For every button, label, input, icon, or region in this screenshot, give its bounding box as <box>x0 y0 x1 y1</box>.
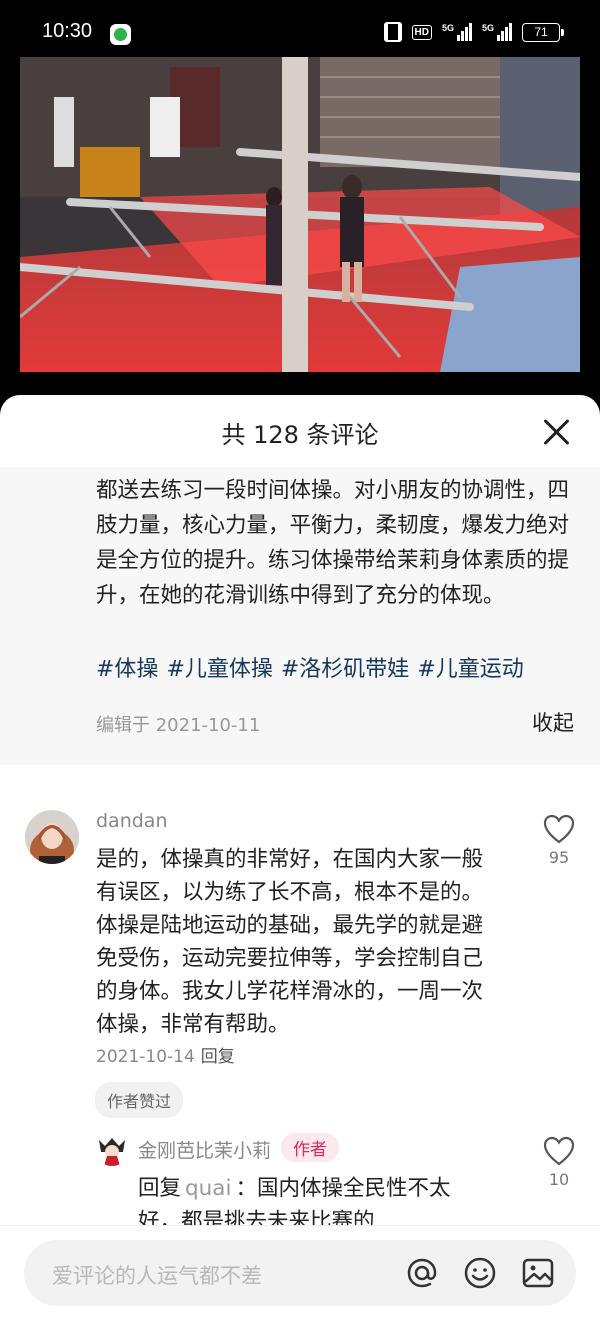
comment-date: 2021-10-14 <box>96 1047 195 1067</box>
avatar[interactable] <box>25 810 79 864</box>
like-button[interactable]: 95 <box>534 814 584 867</box>
input-icons <box>404 1255 556 1291</box>
image-icon[interactable] <box>520 1255 556 1291</box>
edit-date: 编辑于 2021-10-11 <box>96 715 261 736</box>
emoji-icon[interactable] <box>462 1255 498 1291</box>
like-count: 10 <box>548 1170 570 1189</box>
reply-avatar[interactable] <box>95 1132 129 1166</box>
gymnastics-video-frame <box>20 57 580 372</box>
reply-to-user[interactable]: quai <box>185 1176 231 1201</box>
vibrate-icon <box>383 22 402 42</box>
collapse-button[interactable]: 收起 <box>532 707 574 737</box>
tag[interactable]: #儿童体操 <box>166 651 272 683</box>
author-liked-badge: 作者赞过 <box>95 1082 184 1118</box>
hd-badge: HD <box>411 24 432 40</box>
heart-icon <box>543 814 575 844</box>
reply-username[interactable]: 金刚芭比茉小莉 <box>138 1140 271 1162</box>
signal-icon: 5G <box>442 23 472 41</box>
at-icon[interactable] <box>404 1255 440 1291</box>
comment-username[interactable]: dandan <box>96 810 168 832</box>
comment-item: dandan 是的，体操真的非常好，在国内大家一般有误区，以为练了长不高，根本不… <box>0 800 600 1234</box>
heart-icon <box>543 1136 575 1166</box>
close-icon[interactable] <box>542 417 572 447</box>
tag[interactable]: #洛杉矶带娃 <box>281 651 409 683</box>
status-indicators: HD 5G 5G 71 <box>383 22 564 42</box>
reply-prefix: 回复 <box>138 1176 182 1201</box>
comment-input[interactable]: 爱评论的人运气都不差 <box>24 1240 576 1306</box>
comment-count-title: 共 128 条评论 <box>221 421 379 449</box>
comment-sheet: 共 128 条评论 都送去练习一段时间体操。对小朋友的协调性，四肢力量，核心力量… <box>0 395 600 1319</box>
video-player[interactable] <box>20 57 580 372</box>
post-description: 都送去练习一段时间体操。对小朋友的协调性，四肢力量，核心力量，平衡力，柔韧度，爆… <box>0 467 600 765</box>
wechat-icon <box>110 24 131 45</box>
status-time: 10:30 <box>42 20 93 42</box>
description-text: 都送去练习一段时间体操。对小朋友的协调性，四肢力量，核心力量，平衡力，柔韧度，爆… <box>96 478 570 608</box>
reply-username-row: 金刚芭比茉小莉 作者 <box>138 1133 340 1163</box>
tag-list: #体操 #儿童体操 #洛杉矶带娃 #儿童运动 <box>96 651 524 683</box>
author-badge: 作者 <box>281 1133 340 1162</box>
comment-meta: 2021-10-14 回复 <box>96 1042 235 1067</box>
comment-text: 是的，体操真的非常好，在国内大家一般有误区，以为练了长不高，根本不是的。体操是陆… <box>96 847 484 1037</box>
tag[interactable]: #体操 <box>96 651 158 683</box>
sheet-header: 共 128 条评论 <box>0 395 600 467</box>
tag[interactable]: #儿童运动 <box>417 651 523 683</box>
comment-input-bar: 爱评论的人运气都不差 <box>0 1225 600 1319</box>
like-count: 95 <box>548 848 570 867</box>
input-placeholder: 爱评论的人运气都不差 <box>52 1264 262 1288</box>
reply-button[interactable]: 回复 <box>201 1047 235 1067</box>
battery-icon: 71 <box>522 22 564 42</box>
signal-icon-2: 5G <box>482 23 512 41</box>
reply-like-button[interactable]: 10 <box>534 1136 584 1189</box>
